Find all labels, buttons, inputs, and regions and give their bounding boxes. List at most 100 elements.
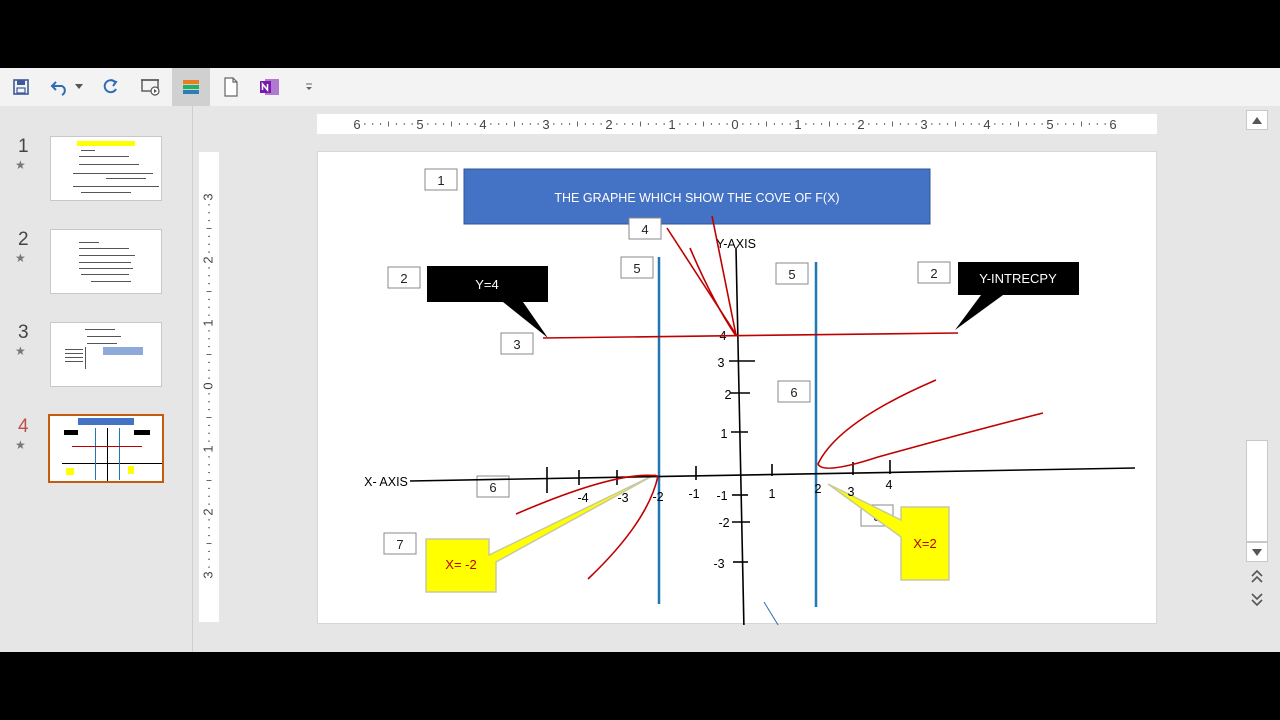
tick-label: -2	[652, 490, 663, 504]
tick-label: -4	[577, 491, 588, 505]
undo-icon[interactable]	[47, 74, 73, 100]
thumb-line	[81, 150, 95, 151]
ruler-label: 0	[731, 117, 738, 132]
scroll-down-button[interactable]	[1246, 542, 1268, 562]
number-box[interactable]: 2	[917, 261, 951, 284]
ruler-label: 5	[416, 117, 423, 132]
number-box[interactable]: 6	[777, 380, 811, 403]
ruler-label: 5	[1046, 117, 1053, 132]
thumbnail-item[interactable]: 4 ★	[0, 414, 192, 486]
vertical-ruler: 3 2 1 0 1 2 3	[199, 152, 219, 622]
new-slide-icon[interactable]	[218, 74, 244, 100]
slide-thumbnail[interactable]	[50, 322, 162, 387]
ruler-label: 1	[200, 319, 215, 326]
scroll-up-button[interactable]	[1246, 110, 1268, 130]
slide-title: THE GRAPHE WHICH SHOW THE COVE OF F(X)	[554, 191, 839, 205]
callout-y-intercept-label: Y-INTRECPY	[979, 271, 1057, 286]
scroll-thumb[interactable]	[1246, 440, 1268, 542]
slideshow-from-start-icon[interactable]	[138, 74, 164, 100]
save-icon[interactable]	[8, 74, 34, 100]
number-box-label: 4	[641, 222, 648, 237]
tick-label: -3	[713, 557, 724, 571]
ruler-label: 3	[542, 117, 549, 132]
number-box-label: 7	[396, 537, 403, 552]
slide-number: 2	[18, 229, 29, 250]
x-axis-label: X- AXIS	[364, 475, 408, 489]
thumbnail-item[interactable]: 3 ★	[0, 322, 192, 392]
thumb-line	[65, 353, 83, 354]
y-axis-label: Y-AXIS	[716, 237, 756, 251]
y-axis	[735, 247, 745, 631]
callout-x-plus2-label: X=2	[913, 536, 937, 551]
thumb-line	[65, 361, 83, 362]
number-box-label: 6	[790, 385, 797, 400]
number-box[interactable]: 5	[620, 256, 654, 279]
slide-number: 3	[18, 322, 29, 343]
number-box[interactable]: 4	[628, 217, 662, 240]
thumb-line	[95, 428, 96, 480]
thumb-line	[87, 343, 117, 344]
ruler-label: 3	[920, 117, 927, 132]
previous-slide-icon[interactable]	[1250, 568, 1264, 584]
thumb-line	[73, 173, 153, 174]
slide-number: 1	[18, 136, 29, 157]
thumb-callout	[66, 468, 74, 475]
tick-label: -3	[617, 491, 628, 505]
number-box-label: 3	[513, 337, 520, 352]
tick-label: 1	[721, 427, 728, 441]
layout-icon[interactable]	[172, 68, 210, 106]
thumb-line	[79, 164, 139, 165]
thumb-line	[73, 186, 159, 187]
number-box-label: 6	[489, 480, 496, 495]
thumb-line	[65, 349, 83, 350]
thumb-line	[87, 336, 121, 337]
slide-thumbnail[interactable]	[50, 136, 162, 201]
callout-y4[interactable]: Y=4	[427, 266, 548, 338]
number-box-label: 5	[788, 267, 795, 282]
redo-icon[interactable]	[97, 74, 123, 100]
tick-label: -1	[716, 489, 727, 503]
callout-y4-label: Y=4	[475, 277, 499, 292]
animation-star-icon: ★	[15, 344, 26, 358]
ruler-label: 6	[1109, 117, 1116, 132]
thumb-line	[85, 329, 115, 330]
onenote-icon[interactable]	[257, 74, 283, 100]
animation-star-icon: ★	[15, 251, 26, 265]
tick-label: 1	[769, 487, 776, 501]
screen-frame: 1 ★ 2 ★ 3 ★ 4 ★ 6 5 4 3 2 1 0 1 2 3 4 5 …	[0, 0, 1280, 720]
number-box[interactable]: 7	[383, 532, 417, 555]
thumb-line	[91, 281, 131, 282]
callout-x-plus2[interactable]: X=2	[827, 483, 950, 581]
number-box[interactable]: 3	[500, 332, 534, 355]
ruler-label: 4	[983, 117, 990, 132]
status-bar-area	[0, 652, 1280, 720]
number-box-label: 1	[437, 173, 444, 188]
tick-label: -2	[718, 516, 729, 530]
ruler-label: 2	[857, 117, 864, 132]
thumbnail-item[interactable]: 1 ★	[0, 136, 192, 206]
quick-access-toolbar	[0, 68, 1280, 106]
slide-thumbnail-active[interactable]	[48, 414, 164, 483]
thumbnail-item[interactable]: 2 ★	[0, 229, 192, 299]
ruler-label: 2	[200, 508, 215, 515]
next-slide-icon[interactable]	[1250, 592, 1264, 608]
slide-thumbnail[interactable]	[50, 229, 162, 294]
animation-star-icon: ★	[15, 158, 26, 172]
ruler-label: 2	[605, 117, 612, 132]
slide-canvas[interactable]: THE GRAPHE WHICH SHOW THE COVE OF F(X) 1…	[317, 151, 1157, 634]
tick-label: 3	[718, 356, 725, 370]
number-box[interactable]: 1	[424, 168, 458, 191]
number-box[interactable]: 5	[775, 262, 809, 285]
callout-y-intercept[interactable]: Y-INTRECPY	[955, 262, 1079, 330]
ruler-label: 1	[668, 117, 675, 132]
number-box[interactable]: 2	[387, 266, 421, 289]
vertical-scrollbar[interactable]	[1243, 106, 1271, 646]
ruler-label: 2	[200, 256, 215, 263]
thumb-line	[79, 156, 129, 157]
customize-qat-icon[interactable]	[300, 74, 318, 100]
undo-dropdown-icon[interactable]	[72, 74, 86, 100]
tick-label: 3	[848, 485, 855, 499]
tick-label: 4	[886, 478, 893, 492]
tick-label: 2	[815, 482, 822, 496]
slide-graph: THE GRAPHE WHICH SHOW THE COVE OF F(X) 1…	[364, 168, 1136, 634]
